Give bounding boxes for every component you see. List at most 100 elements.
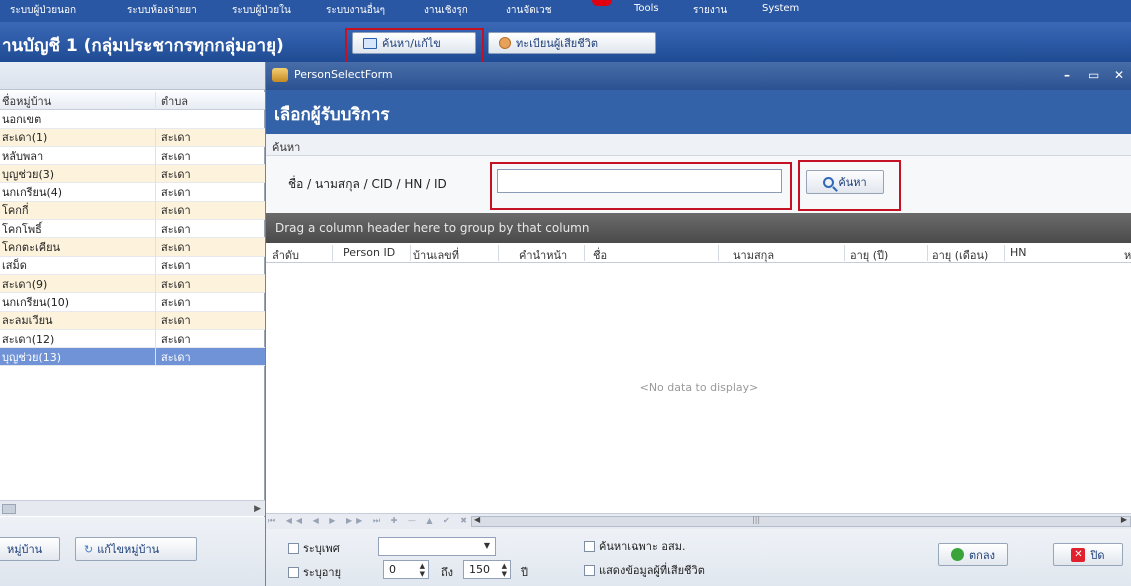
table-row[interactable]: โคกตะเคียน สะเดา <box>0 238 265 257</box>
column-age-years[interactable]: อายุ (ปี) <box>850 246 888 264</box>
registry-title: านบัญชี 1 (กลุ่มประชากรทุกกลุ่มอายุ) <box>2 36 284 56</box>
column-village-name[interactable]: ชื่อหมู่บ้าน <box>0 92 155 110</box>
edit-village-button[interactable]: ↻ แก้ไขหมู่บ้าน <box>75 537 197 561</box>
ok-label: ตกลง <box>969 548 995 562</box>
scroll-right-arrow-icon[interactable]: ▶ <box>1121 515 1127 524</box>
village-name: ละลมเวียน <box>2 314 53 328</box>
column-truncated[interactable]: ห <box>1124 246 1131 264</box>
vhv-only-checkbox[interactable]: ค้นหาเฉพาะ อสม. <box>584 537 685 555</box>
table-row[interactable]: สะเดา(9) สะเดา <box>0 274 265 294</box>
dialog-titlebar[interactable]: PersonSelectForm – ▭ ✕ <box>266 62 1131 90</box>
gender-checkbox[interactable]: ระบุเพศ <box>288 539 340 557</box>
village-panel: ชื่อหมู่บ้าน ตำบล นอกเขต สะเดา(1) สะเดา ห… <box>0 62 265 586</box>
column-hn[interactable]: HN <box>1010 246 1027 259</box>
menu-vital-records[interactable]: งานจัดเวช <box>506 3 552 18</box>
village-name: นกเกรียน(4) <box>2 186 63 200</box>
add-village-button[interactable]: หมู่บ้าน <box>0 537 60 561</box>
column-first-name[interactable]: ชื่อ <box>593 246 607 264</box>
checkbox-box <box>584 564 595 576</box>
subdistrict-name: สะเดา <box>155 256 265 275</box>
deceased-registry-button[interactable]: ทะเบียนผู้เสียชีวิต <box>488 32 656 54</box>
search-field-label: ชื่อ / นามสกุล / CID / HN / ID <box>288 177 447 191</box>
search-group-header: ค้นหา <box>266 134 1131 156</box>
close-button[interactable]: ✕ ปิด <box>1053 543 1123 566</box>
stepper-arrows-icon[interactable]: ▲ ▼ <box>502 562 507 578</box>
grid-horizontal-scrollbar[interactable]: ◀ ||| ▶ <box>471 515 1131 527</box>
table-row[interactable]: โคกกี่ สะเดา <box>0 201 265 221</box>
column-person-id[interactable]: Person ID <box>343 246 395 259</box>
table-row[interactable]: เสม็ด สะเดา <box>0 256 265 275</box>
stepper-arrows-icon[interactable]: ▲ ▼ <box>420 562 425 578</box>
column-subdistrict[interactable]: ตำบล <box>155 91 265 110</box>
maximize-icon[interactable]: ▭ <box>1088 68 1099 82</box>
table-row[interactable]: หลับพลา สะเดา <box>0 146 265 166</box>
column-last-name[interactable]: นามสกุล <box>733 246 774 264</box>
menu-tools[interactable]: Tools <box>634 3 659 14</box>
column-house-number[interactable]: บ้านเลขที่ <box>413 246 459 264</box>
subdistrict-name: สะเดา <box>155 164 265 183</box>
table-row[interactable]: นกเกรียน(10) สะเดา <box>0 292 265 312</box>
age-to-stepper[interactable]: 150 ▲ ▼ <box>463 560 511 579</box>
gender-select[interactable]: ▼ <box>378 537 496 556</box>
group-by-panel[interactable]: Drag a column header here to group by th… <box>266 213 1131 243</box>
age-to-value: 150 <box>469 563 490 576</box>
menu-outpatient[interactable]: ระบบผู้ป่วยนอก <box>10 3 76 18</box>
subdistrict-name: สะเดา <box>155 183 265 202</box>
chevron-down-icon: ▼ <box>483 541 490 550</box>
table-row[interactable]: บุญช่วย(3) สะเดา <box>0 164 265 184</box>
add-village-label: หมู่บ้าน <box>7 543 43 556</box>
checkmark-icon <box>951 548 965 561</box>
minimize-icon[interactable]: – <box>1064 68 1070 82</box>
dialog-heading: เลือกผู้รับบริการ <box>274 105 390 125</box>
village-name: นกเกรียน(10) <box>2 295 70 309</box>
age-checkbox[interactable]: ระบุอายุ <box>288 563 341 581</box>
person-grid[interactable]: <No data to display> <box>266 263 1131 513</box>
ok-button[interactable]: ตกลง <box>938 543 1008 566</box>
menu-other-systems[interactable]: ระบบงานอื่นๆ <box>326 3 385 18</box>
menu-proactive[interactable]: งานเชิงรุก <box>424 3 468 18</box>
highlight-box-search-input <box>490 162 792 210</box>
edit-icon: ↻ <box>84 542 94 556</box>
village-horizontal-scrollbar[interactable]: ▶ <box>0 500 265 516</box>
edit-village-label: แก้ไขหมู่บ้าน <box>97 543 160 556</box>
registry-header: านบัญชี 1 (กลุ่มประชากรทุกกลุ่มอายุ) ค้น… <box>0 22 1131 73</box>
table-row[interactable]: สะเดา(1) สะเดา <box>0 128 265 147</box>
table-row[interactable]: นอกเขต <box>0 110 265 129</box>
menu-reports[interactable]: รายงาน <box>693 3 727 18</box>
close-icon: ✕ <box>1071 547 1086 562</box>
table-row[interactable]: โคกโพธิ์ สะเดา <box>0 219 265 239</box>
column-age-months[interactable]: อายุ (เดือน) <box>932 246 988 264</box>
subdistrict-name: สะเดา <box>155 311 265 330</box>
column-separator <box>718 245 719 261</box>
column-separator <box>498 245 499 261</box>
table-row[interactable]: นกเกรียน(4) สะเดา <box>0 183 265 202</box>
table-row[interactable]: สะเดา(12) สะเดา <box>0 329 265 349</box>
column-separator <box>927 245 928 261</box>
menu-system[interactable]: System <box>762 3 799 14</box>
subdistrict-name: สะเดา <box>155 347 265 366</box>
menu-inpatient[interactable]: ระบบผู้ป่วยใน <box>232 3 291 18</box>
menu-pharmacy[interactable]: ระบบห้องจ่ายยา <box>127 3 197 18</box>
column-prefix[interactable]: คำนำหน้า <box>519 246 567 264</box>
close-window-icon[interactable]: ✕ <box>1114 68 1124 82</box>
dialog-window-title: PersonSelectForm <box>294 68 393 81</box>
show-deceased-checkbox[interactable]: แสดงข้อมูลผู้ที่เสียชีวิต <box>584 561 705 579</box>
scroll-left-arrow-icon[interactable]: ◀ <box>474 515 480 524</box>
table-row[interactable]: ละลมเวียน สะเดา <box>0 311 265 330</box>
column-separator <box>410 245 411 261</box>
age-to-label: ถึง <box>441 566 454 579</box>
grid-navigator: ⏮ ◀◀ ◀ ▶ ▶▶ ⏭ ✚ — ▲ ✔ ✖ ↶ ✱ ▼ ◀ ||| ▶ <box>266 513 1131 529</box>
empty-grid-message: <No data to display> <box>639 381 759 394</box>
scroll-right-arrow-icon[interactable]: ▶ <box>254 504 261 514</box>
scrollbar-grip-icon[interactable]: ||| <box>752 515 760 524</box>
age-checkbox-label: ระบุอายุ <box>303 566 342 579</box>
village-name: เสม็ด <box>2 259 27 273</box>
red-annotation-mark <box>592 0 612 6</box>
table-row-selected[interactable]: บุญช่วย(13) สะเดา <box>0 347 265 367</box>
subdistrict-name: สะเดา <box>155 329 265 348</box>
checkbox-box <box>288 542 299 554</box>
checkbox-box <box>584 540 595 552</box>
scrollbar-thumb[interactable] <box>2 504 16 514</box>
column-sequence[interactable]: ลำดับ <box>272 246 299 264</box>
age-from-stepper[interactable]: 0 ▲ ▼ <box>383 560 429 579</box>
